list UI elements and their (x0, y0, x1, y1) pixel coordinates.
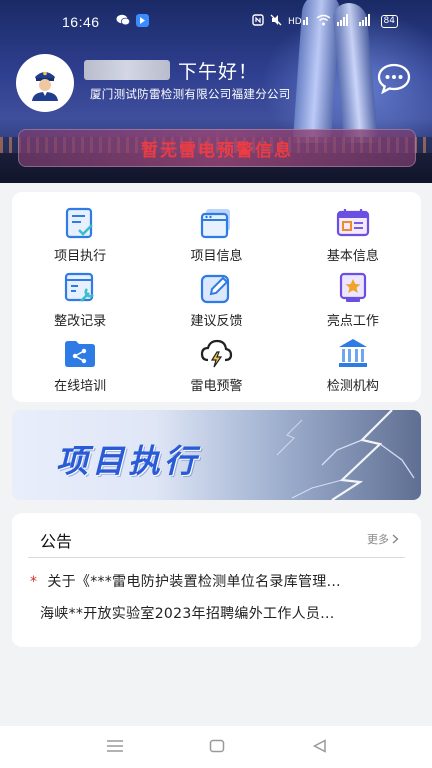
notice-more-link[interactable]: 更多 (367, 531, 399, 547)
grid-label: 建议反馈 (190, 314, 243, 329)
institution-icon (338, 339, 367, 367)
grid-item-online-training[interactable]: 在线培训 (12, 332, 148, 397)
folder-share-icon (65, 341, 96, 367)
function-grid-card: 项目执行 项目信息 基本信息 整改记录 建议反馈 亮点工作 在线培训 雷电预警 … (12, 192, 421, 402)
notice-divider (28, 557, 405, 558)
company-name: 厦门测试防雷检测有限公司福建分公司 (90, 87, 291, 101)
grid-label: 亮点工作 (326, 314, 379, 329)
message-button[interactable] (376, 62, 412, 95)
mute-icon (270, 14, 282, 29)
avatar[interactable] (16, 54, 74, 112)
status-bar: 16:46 HD 84 (0, 12, 432, 32)
grid-label: 基本信息 (326, 249, 379, 264)
grid-item-highlight-work[interactable]: 亮点工作 (285, 267, 421, 332)
warning-text: 暂无雷电预警信息 (141, 140, 293, 161)
chat-bubble-icon (377, 63, 411, 95)
window-stack-icon (201, 209, 231, 239)
notice-item[interactable]: * 关于《***雷电防护装置检测单位名录库管理... (30, 571, 400, 591)
signal-2-icon (358, 14, 375, 29)
police-avatar-icon (32, 71, 58, 101)
grid-item-basic-info[interactable]: 基本信息 (285, 202, 421, 267)
grid-label: 在线培训 (54, 379, 107, 394)
battery-indicator: 84 (380, 15, 398, 28)
grid-item-suggestion-feedback[interactable]: 建议反馈 (148, 267, 284, 332)
wifi-icon (316, 14, 331, 29)
lightning-warning-bar[interactable]: 暂无雷电预警信息 (18, 129, 416, 167)
status-app-icons (116, 14, 149, 30)
grid-item-project-execution[interactable]: 项目执行 (12, 202, 148, 267)
grid-label: 雷电预警 (190, 379, 243, 394)
grid-label: 项目信息 (190, 249, 243, 264)
new-star-icon: * (30, 574, 38, 590)
notice-item-text: 关于《***雷电防护装置检测单位名录库管理... (47, 574, 341, 590)
grid-label: 检测机构 (326, 379, 379, 394)
notice-item-text: 海峡**开放实验室2023年招聘编外工作人员... (40, 606, 335, 622)
lightning-bolt-icon (276, 410, 415, 500)
greeting-row: 下午好！ (84, 57, 258, 83)
project-execution-banner[interactable]: 项目执行 (12, 410, 421, 500)
wechat-icon (116, 14, 131, 30)
star-badge-icon (339, 272, 366, 302)
grid-item-lightning-warning[interactable]: 雷电预警 (148, 332, 284, 397)
banner-title: 项目执行 (56, 442, 201, 480)
grid-item-project-info[interactable]: 项目信息 (148, 202, 284, 267)
header: 16:46 HD 84 下午好！ 厦门测试防雷检测有限公司福建分公司 暂无雷电预… (0, 0, 432, 183)
notice-title: 公告 (40, 532, 73, 551)
edit-square-icon (201, 274, 230, 304)
chevron-right-icon (392, 534, 399, 544)
nfc-icon (251, 14, 264, 29)
back-nav-button[interactable] (312, 738, 332, 756)
calendar-card-icon (336, 209, 369, 237)
status-time: 16:46 (62, 14, 100, 30)
back-triangle-icon (312, 739, 326, 753)
status-right-icons: HD 84 (251, 14, 398, 29)
more-label: 更多 (367, 533, 389, 546)
greeting-text: 下午好！ (178, 60, 259, 83)
grid-item-rectification-record[interactable]: 整改记录 (12, 267, 148, 332)
grid-label: 整改记录 (54, 314, 107, 329)
system-nav-bar (0, 726, 432, 768)
signal-1-icon (336, 14, 353, 29)
menu-icon (107, 740, 123, 752)
notice-item[interactable]: 海峡**开放实验室2023年招聘编外工作人员... (40, 603, 410, 623)
menu-nav-button[interactable] (106, 738, 126, 756)
grid-label: 项目执行 (54, 249, 107, 264)
wrench-doc-icon (65, 272, 95, 302)
user-name-blurred (84, 60, 170, 80)
svg-text:HD: HD (288, 17, 302, 26)
function-grid: 项目执行 项目信息 基本信息 整改记录 建议反馈 亮点工作 在线培训 雷电预警 … (12, 202, 421, 397)
task-check-icon (66, 207, 94, 239)
home-nav-button[interactable] (209, 738, 229, 756)
home-square-icon (209, 739, 225, 753)
thunder-cloud-icon (201, 339, 233, 368)
app-notification-icon (136, 14, 149, 30)
hd-signal-icon: HD (288, 14, 310, 29)
notice-card: 公告 更多 * 关于《***雷电防护装置检测单位名录库管理... 海峡**开放实验… (12, 513, 421, 647)
grid-item-testing-institution[interactable]: 检测机构 (285, 332, 421, 397)
